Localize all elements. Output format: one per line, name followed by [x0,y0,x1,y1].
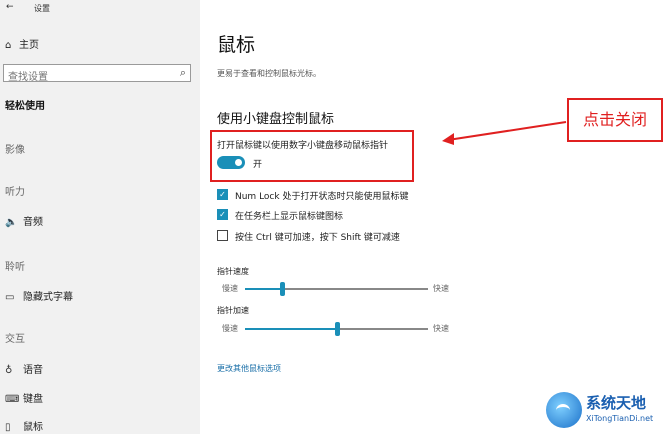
sidebar-item-label: 音频 [23,217,43,228]
slider-fill [245,288,282,290]
watermark-url: XiTongTianDi.net [586,414,654,423]
sidebar-item-label: 键盘 [23,394,43,405]
search-box[interactable]: ⌕ [3,64,191,86]
mouse-icon: ▯ [5,422,11,433]
category-heading: 听力 [5,187,25,198]
category-heading: 聆听 [5,262,25,273]
toggle-state-text: 开 [253,160,263,170]
sidebar: ← 设置 ⌂ 主页 ⌕ 轻松使用 影像 听力 🔈 音频 聆听 ▭ 隐藏式字幕 交互 ♁… [0,0,200,434]
category-heading: 交互 [5,334,25,345]
ctrl-shift-checkbox[interactable] [217,230,228,241]
checkbox-label: 在任务栏上显示鼠标键图标 [235,212,344,222]
category-heading: 影像 [5,145,25,156]
pointer-acceleration-label: 指针加速 [217,306,249,315]
title-bar: ← 设置 [0,0,200,14]
slider-min-label: 慢速 [222,324,238,333]
slider-max-label: 快速 [433,284,449,293]
page-title: 鼠标 [217,34,256,56]
slider-max-label: 快速 [433,324,449,333]
watermark: 系统天地 XiTongTianDi.net [542,390,667,434]
pointer-speed-label: 指针速度 [217,267,249,276]
sidebar-item-label: 鼠标 [23,422,43,433]
checkbox-label: 按住 Ctrl 键可加速，按下 Shift 键可减速 [235,233,400,243]
section-title: 使用小键盘控制鼠标 [217,112,335,127]
sidebar-item-home[interactable]: ⌂ 主页 [5,36,39,51]
back-arrow-icon[interactable]: ← [6,2,14,12]
sidebar-item-mouse[interactable]: ▯ 鼠标 [5,418,43,433]
annotation-callout: 点击关闭 [567,98,663,142]
mouse-keys-toggle-label: 打开鼠标键以使用数字小键盘移动鼠标指针 [217,141,389,151]
pointer-acceleration-slider[interactable] [245,322,428,336]
slider-thumb[interactable] [335,322,340,336]
sidebar-item-keyboard[interactable]: ⌨ 键盘 [5,390,43,405]
sidebar-item-label: 主页 [19,40,39,51]
mouse-keys-toggle[interactable] [217,156,245,169]
window-title: 设置 [34,4,50,13]
home-icon: ⌂ [5,40,12,51]
slider-thumb[interactable] [280,282,285,296]
search-icon[interactable]: ⌕ [180,66,186,80]
slider-min-label: 慢速 [222,284,238,293]
sidebar-item-captions[interactable]: ▭ 隐藏式字幕 [5,288,73,303]
sidebar-item-label: 隐藏式字幕 [23,292,73,303]
sidebar-item-audio[interactable]: 🔈 音频 [5,213,43,228]
search-input[interactable] [4,69,172,86]
captions-icon: ▭ [5,292,15,303]
page-description: 更易于查看和控制鼠标光标。 [217,69,321,78]
current-category: 轻松使用 [5,101,45,112]
watermark-text: 系统天地 [586,394,647,412]
pointer-speed-slider[interactable] [245,282,428,296]
checkbox-label: Num Lock 处于打开状态时只能使用鼠标键 [235,192,409,202]
main-content: 鼠标 更易于查看和控制鼠标光标。 使用小键盘控制鼠标 打开鼠标键以使用数字小键盘… [200,0,667,434]
sidebar-item-label: 语音 [23,365,43,376]
annotation-arrow [442,121,567,145]
microphone-icon: ♁ [5,365,13,376]
sidebar-item-speech[interactable]: ♁ 语音 [5,361,43,376]
more-mouse-options-link[interactable]: 更改其他鼠标选项 [217,363,281,374]
numlock-checkbox[interactable]: ✓ [217,189,228,200]
watermark-logo-icon [546,392,582,428]
slider-fill [245,328,337,330]
keyboard-icon: ⌨ [5,394,20,405]
toggle-knob [235,159,242,166]
speaker-icon: 🔈 [5,217,18,228]
taskbar-icon-checkbox[interactable]: ✓ [217,209,228,220]
